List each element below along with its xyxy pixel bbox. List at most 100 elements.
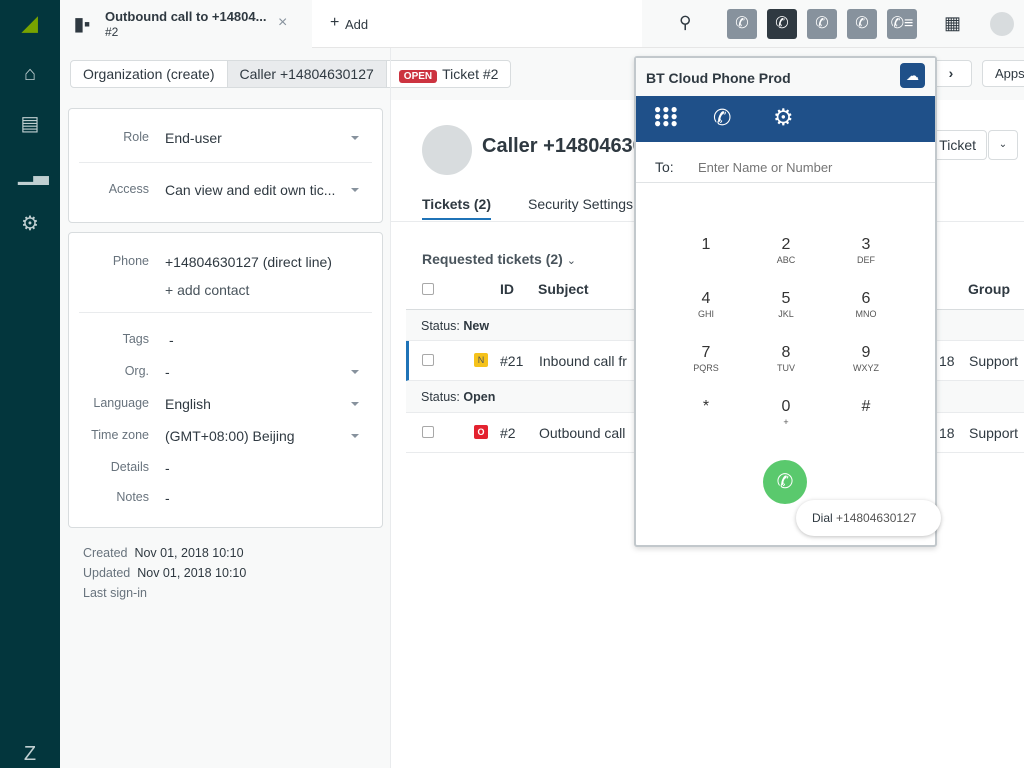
- tab-tickets[interactable]: Tickets (2): [422, 196, 491, 220]
- key-letters: +: [783, 417, 789, 427]
- keypad-key[interactable]: 5 JKL: [756, 290, 816, 319]
- requested-tickets-heading[interactable]: Requested tickets (2): [422, 251, 563, 267]
- reporting-icon[interactable]: ▁▃: [18, 162, 49, 186]
- home-icon[interactable]: ⌂: [18, 62, 42, 86]
- key-digit: 9: [861, 344, 871, 361]
- chevron-down-icon[interactable]: ⌄: [567, 255, 576, 267]
- notes-label: Notes: [116, 490, 149, 504]
- keypad-key[interactable]: 9 WXYZ: [836, 344, 896, 373]
- key-digit: 8: [781, 344, 791, 361]
- org-select[interactable]: -: [165, 364, 170, 380]
- key-letters: DEF: [857, 255, 875, 265]
- column-header-subject[interactable]: Subject: [538, 281, 589, 297]
- apps-button[interactable]: Apps: [982, 60, 1024, 87]
- keypad-icon[interactable]: ●●● ●●● ●●●: [654, 103, 679, 129]
- status-badge-new: N: [474, 353, 488, 367]
- caret-down-icon[interactable]: [351, 188, 359, 192]
- settings-gear-icon[interactable]: ⚙: [773, 104, 794, 131]
- phone-list-icon[interactable]: ✆≡: [887, 9, 917, 39]
- keypad-key[interactable]: 1: [676, 236, 736, 255]
- admin-gear-icon[interactable]: ⚙: [18, 212, 42, 236]
- details-input[interactable]: -: [165, 460, 170, 476]
- dial-label: Dial: [812, 511, 833, 525]
- plus-icon: +: [330, 14, 340, 31]
- role-select[interactable]: End-user: [165, 130, 222, 146]
- user-details-card: Phone +14804630127 (direct line) + add co…: [68, 232, 383, 528]
- tab-title: Outbound call to +14804...: [105, 9, 267, 24]
- select-all-checkbox[interactable]: [422, 283, 434, 295]
- keypad-key[interactable]: 7 PQRS: [676, 344, 736, 373]
- keypad-key[interactable]: 6 MNO: [836, 290, 896, 319]
- keypad-key[interactable]: *: [676, 398, 736, 417]
- phone-app-icon[interactable]: ✆: [847, 9, 877, 39]
- ticket-subject[interactable]: Outbound call: [539, 425, 625, 441]
- keypad-key[interactable]: 4 GHI: [676, 290, 736, 319]
- cloud-phone-logo-icon: ☁: [900, 63, 925, 88]
- caret-down-icon[interactable]: [351, 370, 359, 374]
- dial-suggestion[interactable]: Dial +14804630127: [796, 500, 941, 536]
- key-digit: 7: [701, 344, 711, 361]
- search-icon[interactable]: ⚲: [679, 13, 691, 33]
- keypad-key[interactable]: 0 +: [756, 398, 816, 427]
- role-label: Role: [123, 130, 149, 144]
- add-tab-button[interactable]: + Add: [312, 0, 642, 48]
- key-digit: *: [702, 398, 710, 415]
- language-select[interactable]: English: [165, 396, 211, 412]
- access-select[interactable]: Can view and edit own tic...: [165, 182, 335, 198]
- add-contact-link[interactable]: + add contact: [165, 282, 249, 298]
- row-checkbox[interactable]: [422, 426, 434, 438]
- breadcrumb-organization[interactable]: Organization (create): [71, 61, 228, 87]
- breadcrumb-caller[interactable]: Caller +14804630127: [227, 61, 387, 87]
- key-letters: TUV: [777, 363, 795, 373]
- phone-app-icon[interactable]: ✆: [727, 9, 757, 39]
- phone-value[interactable]: +14804630127 (direct line): [165, 254, 332, 270]
- ticket-date: 18: [939, 353, 955, 369]
- views-icon[interactable]: ▤: [18, 112, 42, 136]
- phone-app-active-icon[interactable]: ✆: [767, 9, 797, 39]
- number-input[interactable]: [698, 154, 918, 180]
- phone-label: Phone: [112, 254, 149, 268]
- user-avatar[interactable]: [990, 12, 1014, 36]
- close-tab-icon[interactable]: ×: [278, 14, 287, 32]
- created-label: Created: [83, 546, 128, 560]
- status-value: New: [463, 319, 490, 333]
- user-avatar-large: [422, 125, 472, 175]
- ticket-subject[interactable]: Inbound call fr: [539, 353, 627, 369]
- access-label: Access: [108, 182, 149, 196]
- tab-security-settings[interactable]: Security Settings: [528, 196, 633, 212]
- caret-down-icon[interactable]: [351, 136, 359, 140]
- tags-input[interactable]: -: [169, 332, 174, 348]
- zendesk-logo-icon[interactable]: ◢: [18, 12, 42, 36]
- timezone-select[interactable]: (GMT+08:00) Beijing: [165, 428, 295, 444]
- user-meta: Created Nov 01, 2018 10:10 Updated Nov 0…: [83, 543, 246, 603]
- call-history-icon[interactable]: ✆: [713, 105, 731, 131]
- updated-label: Updated: [83, 566, 131, 580]
- breadcrumb-ticket[interactable]: OPEN Ticket #2: [387, 61, 511, 87]
- key-letters: WXYZ: [853, 363, 879, 373]
- notes-input[interactable]: -: [165, 490, 170, 506]
- column-header-group[interactable]: Group: [968, 281, 1010, 297]
- key-letters: ABC: [776, 255, 796, 265]
- keypad-key[interactable]: 3 DEF: [836, 236, 896, 265]
- last-signin-label: Last sign-in: [83, 586, 147, 600]
- details-label: Details: [110, 460, 149, 474]
- key-digit: 1: [701, 236, 711, 253]
- status-label: Status:: [421, 319, 460, 333]
- sidebar-nav: ◢ ⌂ ▤ ▁▃ ⚙ Z: [0, 0, 60, 768]
- ticket-tab[interactable]: ▮▪ Outbound call to +14804... #2 ×: [60, 0, 312, 48]
- keypad-key[interactable]: 8 TUV: [756, 344, 816, 373]
- caret-down-icon[interactable]: [351, 434, 359, 438]
- apps-grid-icon[interactable]: ▦: [944, 13, 961, 34]
- phone-app-icon[interactable]: ✆: [807, 9, 837, 39]
- key-digit: 0: [781, 398, 791, 415]
- keypad-key[interactable]: #: [836, 398, 896, 417]
- chevron-down-icon[interactable]: ⌄: [988, 130, 1018, 160]
- column-header-id[interactable]: ID: [500, 281, 514, 297]
- keypad-key[interactable]: 2 ABC: [756, 236, 816, 265]
- row-checkbox[interactable]: [422, 354, 434, 366]
- call-button[interactable]: ✆: [763, 460, 807, 504]
- zendesk-footer-logo-icon: Z: [23, 743, 37, 765]
- caret-down-icon[interactable]: [351, 402, 359, 406]
- to-label: To:: [655, 159, 674, 175]
- dial-number: +14804630127: [836, 511, 917, 525]
